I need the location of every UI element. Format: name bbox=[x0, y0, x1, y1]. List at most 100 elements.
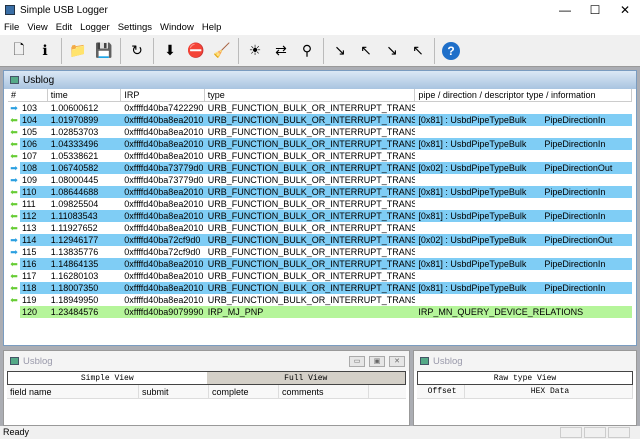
table-row[interactable]: ⬅ 104 1.01970899 0xffffd40ba8ea2010 URB_FUNC… bbox=[8, 114, 632, 126]
col-type[interactable]: type bbox=[205, 89, 416, 101]
table-row[interactable]: ⬅ 117 1.16280103 0xffffd40ba8ea2010 URB_FUNC… bbox=[8, 270, 632, 282]
arrow-left-icon: ⬅ bbox=[10, 223, 18, 233]
table-row[interactable]: ➡ 114 1.12946177 0xffffd40ba72cf9d0 URB_FUNC… bbox=[8, 234, 632, 246]
menu-file[interactable]: File bbox=[4, 22, 19, 33]
menu-help[interactable]: Help bbox=[202, 22, 222, 33]
table-row[interactable]: ⬅ 118 1.18007350 0xffffd40ba8ea2010 URB_FUNC… bbox=[8, 282, 632, 294]
table-row[interactable]: ⬅ 105 1.02853703 0xffffd40ba8ea2010 URB_FUNC… bbox=[8, 126, 632, 138]
cell-time: 1.16280103 bbox=[50, 271, 99, 281]
table-row[interactable]: ⬅ 106 1.04333496 0xffffd40ba8ea2010 URB_FUNC… bbox=[8, 138, 632, 150]
table-row[interactable]: ➡ 109 1.08000445 0xffffd40ba73779d0 URB_FUNC… bbox=[8, 174, 632, 186]
table-row[interactable]: ➡ 103 1.00600612 0xffffd40ba7422290 URB_FUNC… bbox=[8, 102, 632, 114]
minimize-button[interactable]: — bbox=[550, 0, 580, 20]
col-pipe[interactable]: pipe / direction / descriptor type / inf… bbox=[415, 89, 632, 101]
pipe-info: IRP_MN_QUERY_DEVICE_RELATIONS bbox=[418, 307, 584, 317]
filter-icon[interactable]: ⚲ bbox=[296, 39, 318, 63]
close-button[interactable]: ✕ bbox=[610, 0, 640, 20]
row-number: 106 bbox=[20, 138, 48, 150]
cell-time: 1.02853703 bbox=[50, 127, 99, 137]
col-offset[interactable]: Offset bbox=[417, 385, 465, 398]
row-number: 107 bbox=[22, 151, 38, 161]
info-doc-icon[interactable]: ℹ bbox=[34, 39, 56, 63]
col-comments[interactable]: comments bbox=[279, 385, 369, 398]
col-time[interactable]: time bbox=[48, 89, 122, 101]
arrow-left-icon: ⬅ bbox=[10, 115, 18, 125]
pipe-info bbox=[418, 246, 544, 258]
menu-bar: File View Edit Logger Settings Window He… bbox=[0, 20, 640, 35]
new-icon[interactable]: 🗋 bbox=[8, 39, 30, 63]
tab-full-view[interactable]: Full View bbox=[207, 372, 406, 384]
row-number: 118 bbox=[20, 282, 48, 294]
add-out-icon[interactable]: ↖ bbox=[355, 39, 377, 63]
cell-type: URB_FUNCTION_BULK_OR_INTERRUPT_TRANSFER bbox=[207, 175, 416, 185]
table-row[interactable]: ➡ 115 1.13835776 0xffffd40ba72cf9d0 URB_FUNC… bbox=[8, 246, 632, 258]
maximize-button[interactable]: ☐ bbox=[580, 0, 610, 20]
cell-time: 1.13835776 bbox=[50, 247, 99, 257]
row-number: 120 bbox=[20, 306, 48, 318]
cell-time: 1.18007350 bbox=[47, 282, 122, 294]
detail-window: Usblog ▭ ▣ ✕ Simple View Full View field… bbox=[3, 350, 410, 426]
tab-raw-type-view[interactable]: Raw type View bbox=[418, 372, 632, 384]
col-hex-data[interactable]: HEX Data bbox=[465, 385, 633, 398]
help-icon[interactable]: ? bbox=[442, 41, 460, 60]
pipe-info bbox=[418, 222, 544, 234]
save-icon[interactable]: 💾 bbox=[93, 39, 115, 63]
add-in-icon[interactable]: ↘ bbox=[329, 39, 351, 63]
clear-icon[interactable]: 🧹 bbox=[211, 39, 233, 63]
cell-time: 1.11083543 bbox=[47, 210, 122, 222]
col-complete[interactable]: complete bbox=[209, 385, 279, 398]
table-row[interactable]: ⬅ 110 1.08644688 0xffffd40ba8ea2010 URB_FUNC… bbox=[8, 186, 632, 198]
col-irp[interactable]: IRP bbox=[121, 89, 205, 101]
menu-window[interactable]: Window bbox=[160, 22, 194, 33]
row-number: 112 bbox=[20, 210, 48, 222]
menu-logger[interactable]: Logger bbox=[80, 22, 110, 33]
menu-settings[interactable]: Settings bbox=[118, 22, 152, 33]
remove-in-icon[interactable]: ↘ bbox=[381, 39, 403, 63]
table-row[interactable]: ⬅ 111 1.09825504 0xffffd40ba8ea2010 URB_FUNC… bbox=[8, 198, 632, 210]
row-number: 115 bbox=[22, 247, 37, 257]
cell-pipe bbox=[415, 270, 632, 282]
cell-num: ➡ 108 bbox=[8, 162, 48, 174]
table-row[interactable]: ⬅ 113 1.11927652 0xffffd40ba8ea2010 URB_FUNC… bbox=[8, 222, 632, 234]
cell-pipe bbox=[415, 294, 632, 306]
stop-doc-icon[interactable]: ⛔ bbox=[185, 39, 207, 63]
pipe-direction: PipeDirectionIn bbox=[544, 283, 606, 293]
row-number: 113 bbox=[22, 223, 37, 233]
col-submit[interactable]: submit bbox=[139, 385, 209, 398]
table-row[interactable]: 120 1.23484576 0xffffd40ba9079990 IRP_MJ_PN… bbox=[8, 306, 632, 318]
table-row[interactable]: ⬅ 107 1.05338621 0xffffd40ba8ea2010 URB_FUNC… bbox=[8, 150, 632, 162]
cell-irp: 0xffffd40ba8ea2010 bbox=[124, 223, 204, 233]
cell-irp: 0xffffd40ba8ea2010 bbox=[124, 151, 204, 161]
open-folder-icon[interactable]: 📁 bbox=[67, 39, 89, 63]
menu-edit[interactable]: Edit bbox=[56, 22, 72, 33]
pipe-direction: PipeDirectionOut bbox=[544, 235, 613, 245]
tab-simple-view[interactable]: Simple View bbox=[8, 372, 207, 384]
remove-out-icon[interactable]: ↖ bbox=[407, 39, 429, 63]
pipe-info bbox=[418, 174, 544, 186]
menu-view[interactable]: View bbox=[27, 22, 47, 33]
table-row[interactable]: ⬅ 116 1.14864135 0xffffd40ba8ea2010 URB_FUNC… bbox=[8, 258, 632, 270]
arrow-right-icon: ➡ bbox=[10, 247, 18, 257]
col-field-name[interactable]: field name bbox=[7, 385, 139, 398]
detail-minimize-button[interactable]: ▭ bbox=[349, 355, 365, 367]
cell-irp: 0xffffd40ba72cf9d0 bbox=[121, 234, 205, 246]
cell-type: URB_FUNCTION_BULK_OR_INTERRUPT_TRANSFER bbox=[207, 223, 416, 233]
download-icon[interactable]: ⬇ bbox=[159, 39, 181, 63]
cell-type: URB_FUNCTION_BULK_OR_INTERRUPT_TRANSFER bbox=[207, 247, 416, 257]
capture-icon[interactable]: ☀ bbox=[244, 39, 266, 63]
detail-tabs: Simple View Full View bbox=[7, 371, 406, 385]
cell-type: URB_FUNCTION_BULK_OR_INTERRUPT_TRANSFER bbox=[204, 114, 416, 126]
refresh-icon[interactable]: ↻ bbox=[126, 39, 148, 63]
table-row[interactable]: ⬅ 119 1.18949950 0xffffd40ba8ea2010 URB_FUNC… bbox=[8, 294, 632, 306]
arrow-right-icon: ➡ bbox=[10, 235, 18, 245]
detail-close-button[interactable]: ✕ bbox=[389, 355, 405, 367]
usblog-title-bar: Usblog bbox=[4, 71, 636, 89]
arrow-left-icon: ⬅ bbox=[10, 271, 18, 281]
detail-restore-button[interactable]: ▣ bbox=[369, 355, 385, 367]
table-row[interactable]: ➡ 108 1.06740582 0xffffd40ba73779d0 URB_FUNC… bbox=[8, 162, 632, 174]
cell-type: URB_FUNCTION_BULK_OR_INTERRUPT_TRANSFER bbox=[204, 282, 416, 294]
swap-icon[interactable]: ⇄ bbox=[270, 39, 292, 63]
cell-type: URB_FUNCTION_BULK_OR_INTERRUPT_TRANSFER bbox=[207, 103, 416, 113]
table-row[interactable]: ⬅ 112 1.11083543 0xffffd40ba8ea2010 URB_FUNC… bbox=[8, 210, 632, 222]
col-num[interactable]: # bbox=[8, 89, 48, 101]
